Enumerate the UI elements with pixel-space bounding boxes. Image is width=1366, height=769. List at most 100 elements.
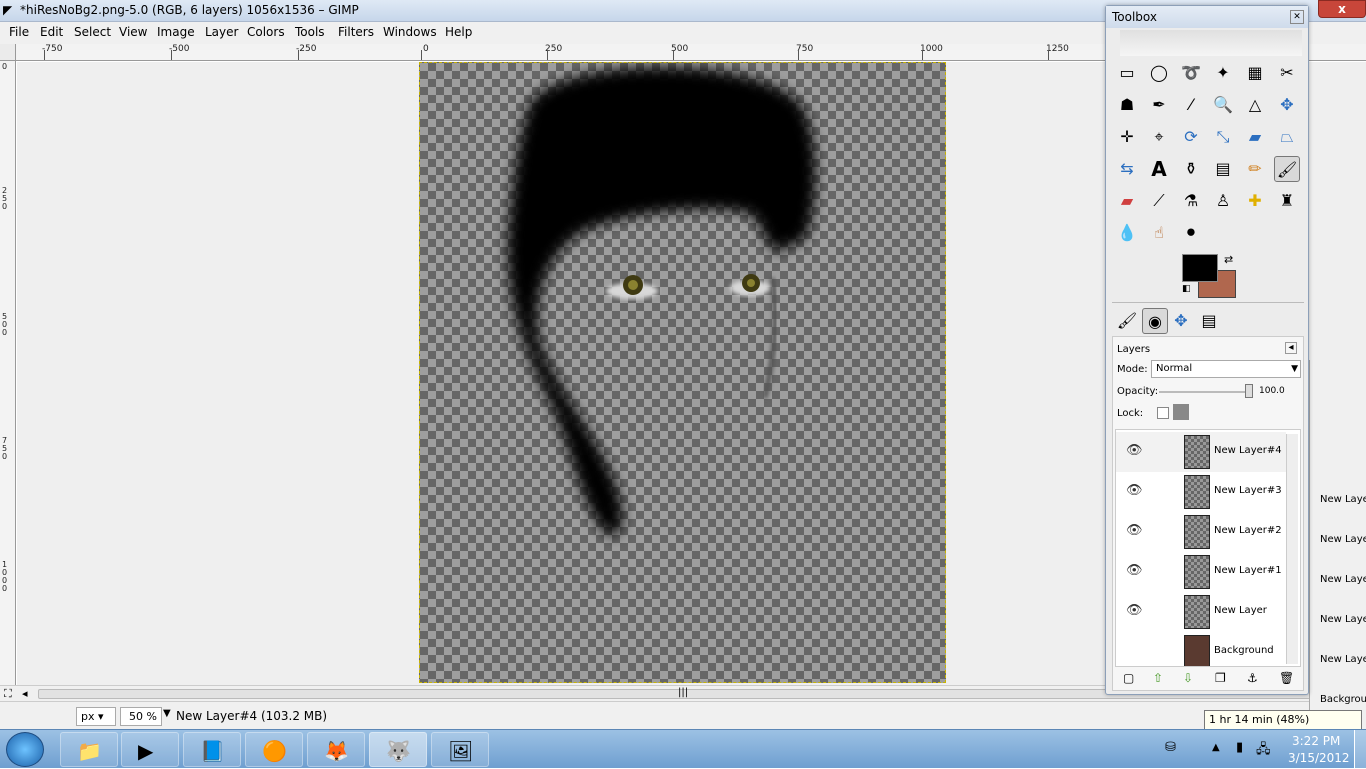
move-icon[interactable]: ✥: [1274, 92, 1300, 118]
layer-row[interactable]: 👁 New Layer#1: [1116, 552, 1286, 592]
layer-row[interactable]: 👁 New Layer#2: [1116, 512, 1286, 552]
clock-date[interactable]: 3/15/2012: [1288, 751, 1350, 765]
layer-label[interactable]: New Layer: [1320, 574, 1366, 585]
clone-icon[interactable]: ♙: [1210, 188, 1236, 214]
blur-icon[interactable]: 💧: [1114, 220, 1140, 246]
close-button[interactable]: x: [1318, 0, 1366, 18]
navigate-icon[interactable]: ⛶: [4, 687, 12, 701]
scroll-left-icon[interactable]: ◂: [22, 687, 28, 700]
lower-layer-icon[interactable]: ⇩: [1183, 671, 1193, 685]
tray-app-icon[interactable]: ⛁: [1165, 740, 1176, 755]
menu-image[interactable]: Image: [157, 25, 195, 39]
network-icon[interactable]: 🖧: [1256, 740, 1271, 762]
photo-taskbar-button[interactable]: 🖼: [431, 732, 489, 767]
color-select-icon[interactable]: ▦: [1242, 60, 1268, 86]
blend-icon[interactable]: ▤: [1210, 156, 1236, 182]
battery-icon[interactable]: ▮: [1236, 740, 1243, 755]
raise-layer-icon[interactable]: ⇧: [1153, 671, 1163, 685]
panel-menu-icon[interactable]: ◂: [1285, 342, 1297, 354]
align-icon[interactable]: ✛: [1114, 124, 1140, 150]
menu-layer[interactable]: Layer: [205, 25, 238, 39]
ellipse-select-icon[interactable]: ◯: [1146, 60, 1172, 86]
color-picker-icon[interactable]: ⁄: [1178, 92, 1204, 118]
anchor-layer-icon[interactable]: ⚓: [1247, 671, 1258, 685]
menu-help[interactable]: Help: [445, 25, 472, 39]
eye-icon[interactable]: 👁: [1126, 483, 1143, 498]
ink-icon[interactable]: ⚗: [1178, 188, 1204, 214]
fuzzy-select-icon[interactable]: ✦: [1210, 60, 1236, 86]
layer-label[interactable]: New Layer: [1320, 494, 1366, 505]
flip-icon[interactable]: ⇆: [1114, 156, 1140, 182]
notes-taskbar-button[interactable]: 📘: [183, 732, 241, 767]
media-player-taskbar-button[interactable]: ▶: [121, 732, 179, 767]
bucket-fill-icon[interactable]: ⚱: [1178, 156, 1204, 182]
mode-select[interactable]: Normal ▼: [1151, 360, 1301, 378]
new-layer-icon[interactable]: ▢: [1123, 671, 1134, 685]
layer-label[interactable]: New Layer: [1320, 614, 1366, 625]
zoom-field[interactable]: 50 %: [120, 707, 162, 726]
paths-icon[interactable]: ✒: [1146, 92, 1172, 118]
default-colors-icon[interactable]: ◧: [1182, 284, 1191, 294]
image-canvas[interactable]: [419, 62, 946, 683]
scroll-grip-icon[interactable]: |||: [678, 687, 688, 698]
menu-select[interactable]: Select: [74, 25, 111, 39]
paintbrush-icon[interactable]: 🖌: [1274, 156, 1300, 182]
clock-time[interactable]: 3:22 PM: [1292, 734, 1340, 748]
measure-icon[interactable]: △: [1242, 92, 1268, 118]
menu-edit[interactable]: Edit: [40, 25, 63, 39]
perspective-clone-icon[interactable]: ♜: [1274, 188, 1300, 214]
layer-row[interactable]: 👁 New Layer#3: [1116, 472, 1286, 512]
shear-icon[interactable]: ▰: [1242, 124, 1268, 150]
layer-label[interactable]: New Layer: [1320, 534, 1366, 545]
move-tab-icon[interactable]: ✥: [1168, 308, 1194, 334]
opacity-slider-handle[interactable]: [1245, 384, 1253, 398]
menu-file[interactable]: File: [9, 25, 29, 39]
layer-row[interactable]: Background: [1116, 632, 1286, 666]
rect-select-icon[interactable]: ▭: [1114, 60, 1140, 86]
scale-icon[interactable]: ⤡: [1210, 124, 1236, 150]
perspective-icon[interactable]: ⏢: [1274, 124, 1300, 150]
tray-expand-icon[interactable]: ▲: [1212, 742, 1220, 753]
free-select-icon[interactable]: ➰: [1178, 60, 1204, 86]
app-taskbar-button[interactable]: 🟠: [245, 732, 303, 767]
opacity-slider[interactable]: [1159, 391, 1249, 393]
menu-tools[interactable]: Tools: [295, 25, 325, 39]
layers-tab-icon[interactable]: ▤: [1196, 308, 1222, 334]
airbrush-icon[interactable]: ⟋: [1146, 188, 1172, 214]
vertical-ruler[interactable]: 0 250 500 750 1000: [0, 61, 16, 685]
foreground-color-swatch[interactable]: [1182, 254, 1218, 282]
layers-scrollbar[interactable]: [1286, 434, 1298, 664]
eye-icon[interactable]: 👁: [1126, 603, 1143, 618]
firefox-taskbar-button[interactable]: 🦊: [307, 732, 365, 767]
swap-colors-icon[interactable]: ⇄: [1224, 253, 1233, 266]
lock-pixels-checkbox[interactable]: [1157, 407, 1169, 419]
eye-icon[interactable]: 👁: [1126, 523, 1143, 538]
opacity-value[interactable]: 100.0: [1259, 386, 1285, 396]
zoom-dropdown-icon[interactable]: ▼: [163, 708, 171, 719]
layer-row[interactable]: 👁 New Layer: [1116, 592, 1286, 632]
eye-icon[interactable]: 👁: [1126, 443, 1143, 458]
brushes-tab-icon[interactable]: ◉: [1142, 308, 1168, 334]
foreground-select-icon[interactable]: ☗: [1114, 92, 1140, 118]
tool-options-tab-icon[interactable]: 🖌: [1114, 308, 1140, 334]
eraser-icon[interactable]: ▰: [1114, 188, 1140, 214]
delete-layer-icon[interactable]: 🗑: [1279, 671, 1294, 685]
menu-colors[interactable]: Colors: [247, 25, 285, 39]
duplicate-layer-icon[interactable]: ❐: [1215, 671, 1226, 685]
layer-label[interactable]: Background: [1320, 694, 1366, 705]
eye-icon[interactable]: 👁: [1126, 563, 1143, 578]
gimp-taskbar-button[interactable]: 🐺: [369, 732, 427, 767]
zoom-icon[interactable]: 🔍: [1210, 92, 1236, 118]
close-icon[interactable]: ✕: [1290, 10, 1304, 24]
menu-windows[interactable]: Windows: [383, 25, 437, 39]
layer-label[interactable]: New Layer: [1320, 654, 1366, 665]
smudge-icon[interactable]: ☝: [1146, 220, 1172, 246]
menu-filters[interactable]: Filters: [338, 25, 374, 39]
pencil-icon[interactable]: ✏: [1242, 156, 1268, 182]
layer-row[interactable]: 👁 New Layer#4: [1116, 432, 1286, 472]
heal-icon[interactable]: ✚: [1242, 188, 1268, 214]
menu-view[interactable]: View: [119, 25, 147, 39]
rotate-icon[interactable]: ⟳: [1178, 124, 1204, 150]
scissors-icon[interactable]: ✂: [1274, 60, 1300, 86]
explorer-taskbar-button[interactable]: 📁: [60, 732, 118, 767]
